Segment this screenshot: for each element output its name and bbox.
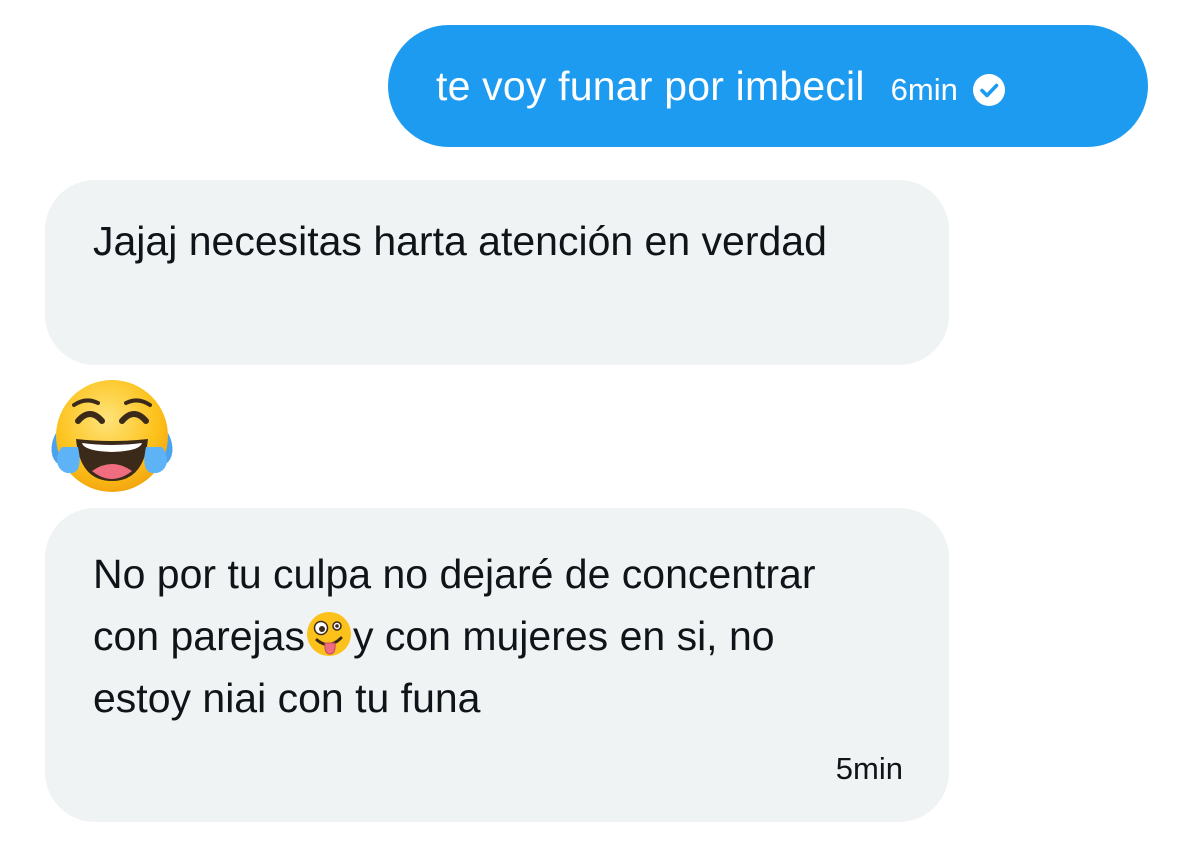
face-with-tears-of-joy-icon[interactable] <box>48 377 176 495</box>
message-timestamp: 6min <box>890 72 958 107</box>
zany-face-icon <box>305 610 353 658</box>
incoming-message-bubble[interactable]: Jajaj necesitas harta atención en verdad <box>45 180 949 365</box>
message-text: No por tu culpa no dejaré de concentrar … <box>93 543 853 729</box>
message-timestamp: 5min <box>835 751 903 786</box>
message-text: te voy funar por imbecil <box>436 62 865 109</box>
incoming-message-bubble[interactable]: No por tu culpa no dejaré de concentrar … <box>45 508 949 822</box>
message-text: Jajaj necesitas harta atención en verdad <box>93 218 827 264</box>
message-thread: te voy funar por imbecil 6min Jajaj nece… <box>0 0 1200 841</box>
read-check-icon <box>972 73 1006 107</box>
outgoing-message-bubble[interactable]: te voy funar por imbecil 6min <box>388 25 1148 147</box>
